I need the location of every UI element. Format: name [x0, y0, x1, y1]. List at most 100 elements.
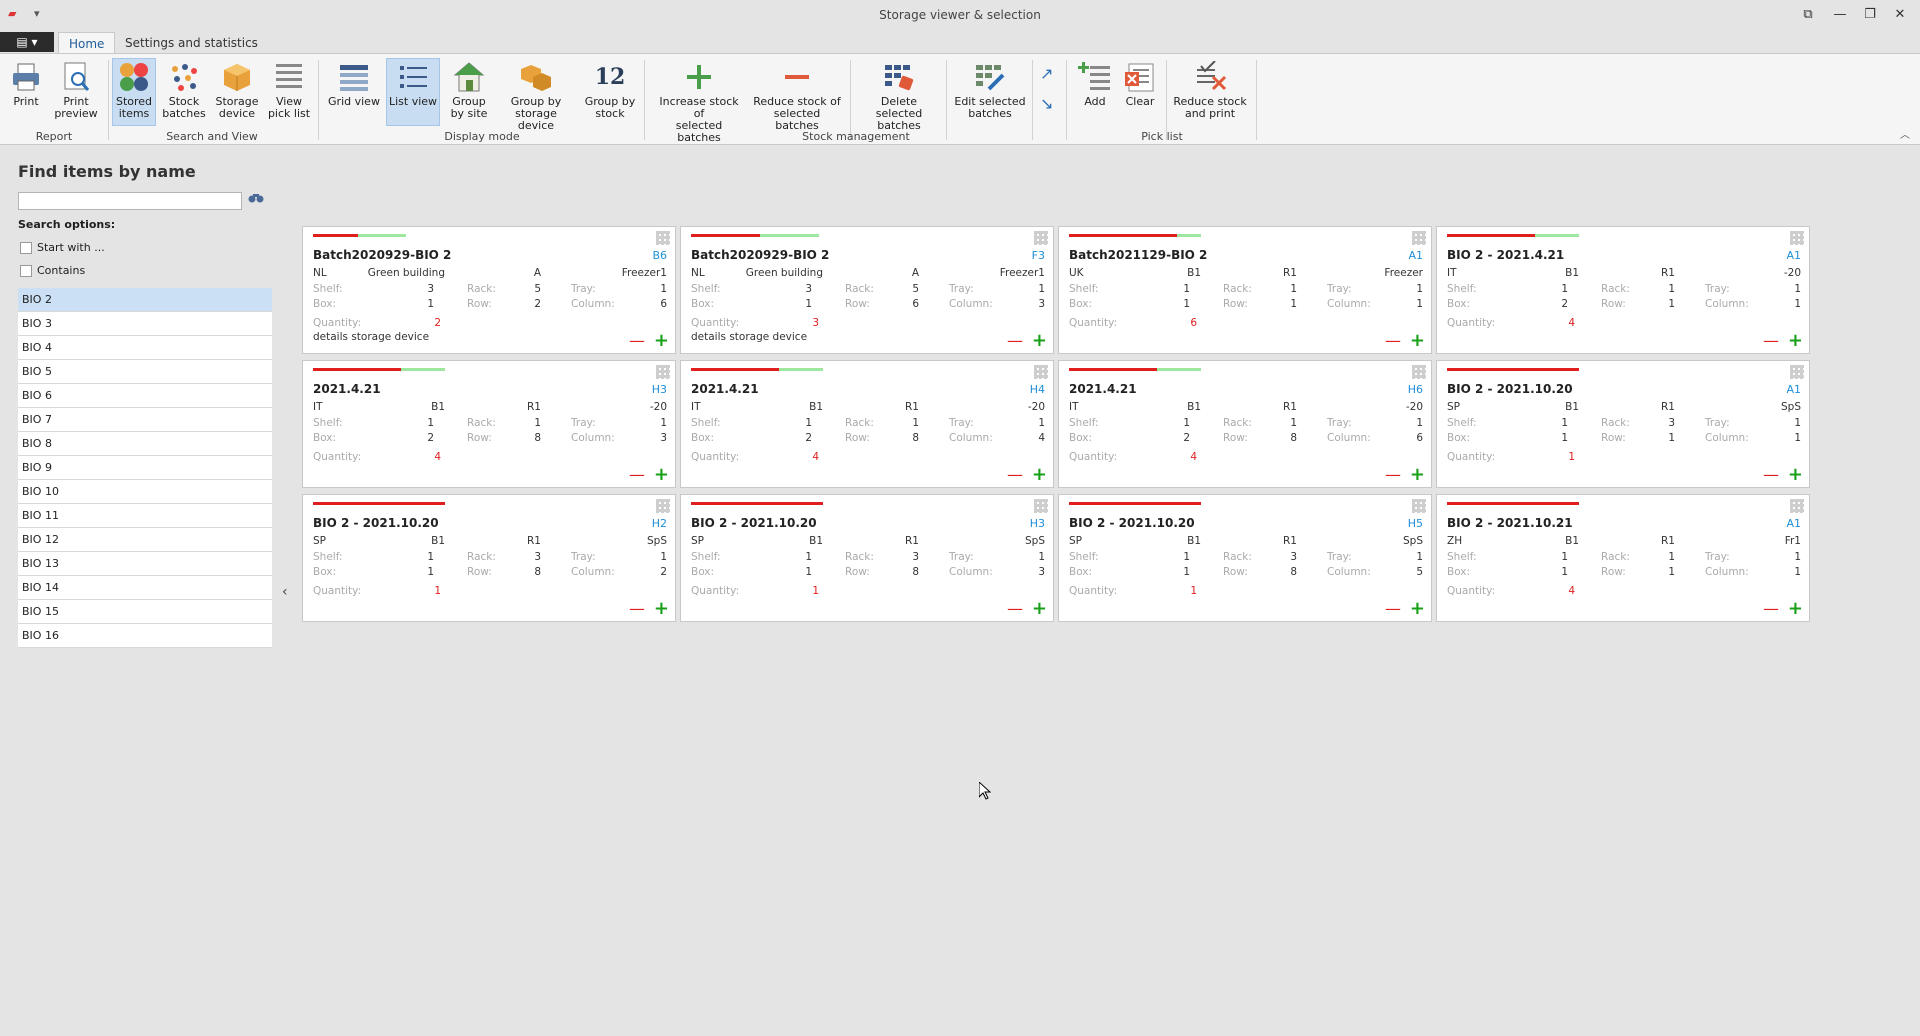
grid-icon[interactable]	[656, 231, 670, 245]
file-menu-tab[interactable]: ▤ ▾	[0, 32, 54, 52]
edit-batches-button[interactable]: Edit selected batches	[952, 58, 1028, 126]
group-by-stock-button[interactable]: 12 Group by stock	[582, 58, 638, 126]
list-item[interactable]: BIO 15	[18, 600, 272, 624]
stored-items-button[interactable]: Stored items	[112, 58, 156, 126]
close-button[interactable]: ✕	[1888, 5, 1912, 25]
list-view-button[interactable]: List view	[386, 58, 440, 126]
grid-icon[interactable]	[656, 365, 670, 379]
list-item[interactable]: BIO 14	[18, 576, 272, 600]
clear-pick-list-button[interactable]: Clear	[1120, 58, 1160, 126]
batch-card[interactable]: Batch2020929-BIO 2 B6 NL Green building …	[302, 226, 676, 354]
decrease-quantity-icon[interactable]: —	[1385, 333, 1401, 349]
batch-card[interactable]: 2021.4.21 H4 IT B1 R1 -20 Shelf: 1 Rack:…	[680, 360, 1054, 488]
increase-stock-button[interactable]: Increase stock of selected batches	[652, 58, 746, 144]
list-item[interactable]: BIO 6	[18, 384, 272, 408]
batch-card[interactable]: 2021.4.21 H6 IT B1 R1 -20 Shelf: 1 Rack:…	[1058, 360, 1432, 488]
view-pick-list-button[interactable]: View pick list	[266, 58, 312, 126]
batch-card[interactable]: 2021.4.21 H3 IT B1 R1 -20 Shelf: 1 Rack:…	[302, 360, 676, 488]
list-item[interactable]: BIO 4	[18, 336, 272, 360]
grid-icon[interactable]	[1790, 499, 1804, 513]
increase-quantity-icon[interactable]: +	[1788, 332, 1803, 350]
grid-icon[interactable]	[1034, 365, 1048, 379]
list-item[interactable]: BIO 11	[18, 504, 272, 528]
list-item[interactable]: BIO 13	[18, 552, 272, 576]
list-item[interactable]: BIO 12	[18, 528, 272, 552]
list-item[interactable]: BIO 8	[18, 432, 272, 456]
batch-card[interactable]: BIO 2 - 2021.10.20 H5 SP B1 R1 SpS Shelf…	[1058, 494, 1432, 622]
move-down-arrow-icon[interactable]: ↘	[1040, 94, 1053, 113]
grid-icon[interactable]	[1412, 365, 1426, 379]
decrease-quantity-icon[interactable]: —	[629, 333, 645, 349]
start-with-option[interactable]: Start with ...	[20, 241, 105, 254]
search-input[interactable]	[18, 192, 242, 210]
decrease-quantity-icon[interactable]: —	[1007, 333, 1023, 349]
grid-icon[interactable]	[1412, 499, 1426, 513]
increase-quantity-icon[interactable]: +	[654, 600, 669, 618]
contains-option[interactable]: Contains	[20, 264, 85, 277]
grid-icon[interactable]	[1034, 499, 1048, 513]
minimize-button[interactable]: —	[1828, 5, 1852, 25]
increase-quantity-icon[interactable]: +	[1032, 466, 1047, 484]
increase-quantity-icon[interactable]: +	[1788, 466, 1803, 484]
list-item[interactable]: BIO 5	[18, 360, 272, 384]
grid-icon[interactable]	[1790, 231, 1804, 245]
contains-checkbox[interactable]	[20, 265, 32, 277]
list-item[interactable]: BIO 9	[18, 456, 272, 480]
list-item[interactable]: BIO 7	[18, 408, 272, 432]
decrease-quantity-icon[interactable]: —	[629, 467, 645, 483]
decrease-quantity-icon[interactable]: —	[629, 601, 645, 617]
tab-home[interactable]: Home	[58, 32, 116, 54]
start-with-checkbox[interactable]	[20, 242, 32, 254]
batch-card[interactable]: BIO 2 - 2021.10.20 A1 SP B1 R1 SpS Shelf…	[1436, 360, 1810, 488]
increase-quantity-icon[interactable]: +	[1788, 600, 1803, 618]
decrease-quantity-icon[interactable]: —	[1007, 601, 1023, 617]
list-item[interactable]: BIO 16	[18, 624, 272, 648]
decrease-quantity-icon[interactable]: —	[1763, 601, 1779, 617]
grid-icon[interactable]	[1034, 231, 1048, 245]
batch-card[interactable]: BIO 2 - 2021.10.20 H2 SP B1 R1 SpS Shelf…	[302, 494, 676, 622]
stored-items-icon	[117, 61, 151, 93]
binoculars-search-icon[interactable]	[248, 192, 264, 208]
ribbon-display-options-icon[interactable]: ⧉	[1796, 5, 1820, 25]
storage-device-button[interactable]: Storage device	[212, 58, 262, 126]
group-by-storage-device-button[interactable]: Group by storage device	[496, 58, 576, 132]
grid-view-button[interactable]: Grid view	[326, 58, 382, 126]
batch-card[interactable]: BIO 2 - 2021.10.20 H3 SP B1 R1 SpS Shelf…	[680, 494, 1054, 622]
stock-batches-button[interactable]: Stock batches	[160, 58, 208, 126]
batch-card[interactable]: Batch2020929-BIO 2 F3 NL Green building …	[680, 226, 1054, 354]
list-item[interactable]: BIO 10	[18, 480, 272, 504]
decrease-quantity-icon[interactable]: —	[1763, 467, 1779, 483]
increase-quantity-icon[interactable]: +	[1032, 600, 1047, 618]
tab-settings-and-statistics[interactable]: Settings and statistics	[115, 32, 268, 54]
print-preview-button[interactable]: Print preview	[52, 58, 100, 126]
collapse-panel-chevron-icon[interactable]: ‹	[282, 584, 288, 600]
group-by-site-button[interactable]: Group by site	[446, 58, 492, 126]
decrease-quantity-icon[interactable]: —	[1385, 601, 1401, 617]
increase-quantity-icon[interactable]: +	[1410, 332, 1425, 350]
decrease-quantity-icon[interactable]: —	[1385, 467, 1401, 483]
list-item[interactable]: BIO 3	[18, 312, 272, 336]
move-up-arrow-icon[interactable]: ↗	[1040, 64, 1053, 83]
increase-quantity-icon[interactable]: +	[1410, 600, 1425, 618]
increase-quantity-icon[interactable]: +	[654, 466, 669, 484]
rack-value: 3	[912, 551, 919, 563]
batch-card[interactable]: BIO 2 - 2021.10.21 A1 ZH B1 R1 Fr1 Shelf…	[1436, 494, 1810, 622]
increase-quantity-icon[interactable]: +	[1032, 332, 1047, 350]
batch-card[interactable]: BIO 2 - 2021.4.21 A1 IT B1 R1 -20 Shelf:…	[1436, 226, 1810, 354]
grid-icon[interactable]	[1790, 365, 1804, 379]
grid-icon[interactable]	[1412, 231, 1426, 245]
collapse-ribbon-icon[interactable]: ︿	[1900, 126, 1910, 141]
list-item[interactable]: BIO 2	[18, 288, 272, 312]
decrease-quantity-icon[interactable]: —	[1763, 333, 1779, 349]
decrease-quantity-icon[interactable]: —	[1007, 467, 1023, 483]
reduce-stock-button[interactable]: Reduce stock of selected batches	[750, 58, 844, 132]
delete-batches-button[interactable]: Delete selected batches	[856, 58, 942, 132]
print-button[interactable]: Print	[6, 58, 46, 126]
batch-card[interactable]: Batch2021129-BIO 2 A1 UK B1 R1 Freezer S…	[1058, 226, 1432, 354]
add-to-pick-list-button[interactable]: Add	[1074, 58, 1116, 126]
increase-quantity-icon[interactable]: +	[1410, 466, 1425, 484]
reduce-stock-and-print-button[interactable]: Reduce stock and print	[1170, 58, 1250, 126]
increase-quantity-icon[interactable]: +	[654, 332, 669, 350]
restore-button[interactable]: ❐	[1858, 5, 1882, 25]
grid-icon[interactable]	[656, 499, 670, 513]
